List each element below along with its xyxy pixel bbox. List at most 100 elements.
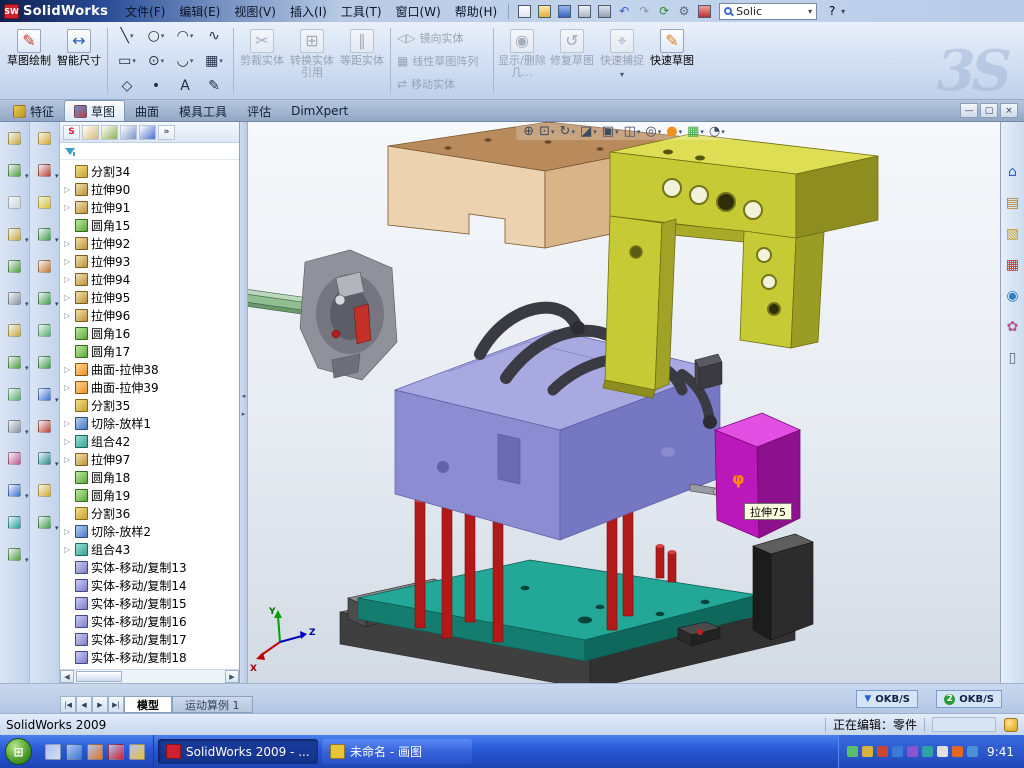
convert-entities-button[interactable]: ⊞转换实体引用 <box>287 24 337 97</box>
tree-item-实体-移动/复制14[interactable]: 实体-移动/复制14 <box>60 576 239 594</box>
expand-arrow-icon[interactable]: ▷ <box>64 437 72 446</box>
model-clamp-frame[interactable] <box>603 134 878 398</box>
menu-item-视图(V)[interactable]: 视图(V) <box>227 0 283 23</box>
left1-icon-3[interactable] <box>4 194 26 210</box>
rebuild-icon[interactable]: ⟳ <box>655 2 673 20</box>
start-button[interactable]: ⊞ <box>5 738 32 765</box>
undo-icon[interactable]: ↶ <box>615 2 633 20</box>
line-tool[interactable]: ╲▾ <box>113 24 141 48</box>
model-tool-head[interactable] <box>248 250 397 380</box>
ellipse-tool[interactable]: ⊙▾ <box>142 49 170 73</box>
menu-item-窗口(W)[interactable]: 窗口(W) <box>389 0 448 23</box>
edit-appearance-icon[interactable]: ●▾ <box>666 124 682 139</box>
left1-icon-9[interactable] <box>4 386 26 402</box>
solidworks-launcher-icon[interactable] <box>108 744 124 760</box>
tree-item-实体-移动/复制16[interactable]: 实体-移动/复制16 <box>60 612 239 630</box>
trim-entities-button[interactable]: ✂剪裁实体 <box>237 24 287 97</box>
left2-icon-8[interactable] <box>34 354 56 370</box>
search-box[interactable]: Solic ▾ <box>719 3 817 20</box>
expand-arrow-icon[interactable]: ▷ <box>64 455 72 464</box>
tray-icon-8[interactable] <box>952 746 963 757</box>
left2-icon-9[interactable]: ▾ <box>34 386 56 402</box>
tree-item-实体-移动/复制13[interactable]: 实体-移动/复制13 <box>60 558 239 576</box>
rectangle-tool[interactable]: ▭▾ <box>113 49 141 73</box>
construction-tool[interactable]: ✎ <box>200 74 228 98</box>
left1-icon-1[interactable] <box>4 130 26 146</box>
save-icon[interactable] <box>555 2 573 20</box>
tray-icon-6[interactable] <box>922 746 933 757</box>
help-dropdown-arrow[interactable]: ▾ <box>841 7 845 16</box>
tab-曲面[interactable]: 曲面 <box>125 100 169 121</box>
expand-arrow-icon[interactable]: ▷ <box>64 383 72 392</box>
restore-button[interactable]: ▢ <box>980 103 998 118</box>
tree-item-分割36[interactable]: 分割36 <box>60 504 239 522</box>
tray-icon-2[interactable] <box>862 746 873 757</box>
tree-item-圆角19[interactable]: 圆角19 <box>60 486 239 504</box>
tree-item-拉伸97[interactable]: ▷拉伸97 <box>60 450 239 468</box>
expand-arrow-icon[interactable]: ▷ <box>64 293 72 302</box>
doc-nav-button-2[interactable]: ▶ <box>92 696 108 713</box>
smart-dimension-button[interactable]: ↔智能尺寸 <box>54 24 104 97</box>
dimxpertmanager-tab-icon[interactable] <box>139 125 156 140</box>
tree-item-拉伸91[interactable]: ▷拉伸91 <box>60 198 239 216</box>
tree-item-曲面-拉伸39[interactable]: ▷曲面-拉伸39 <box>60 378 239 396</box>
tree-item-切除-放样1[interactable]: ▷切除-放样1 <box>60 414 239 432</box>
redo-icon[interactable]: ↷ <box>635 2 653 20</box>
left1-icon-12[interactable]: ▾ <box>4 482 26 498</box>
doc-nav-button-3[interactable]: ▶| <box>108 696 124 713</box>
model-ejector-plate[interactable] <box>753 534 813 640</box>
show-desktop-icon[interactable] <box>45 744 61 760</box>
scroll-right-button[interactable]: ▶ <box>225 670 239 683</box>
tree-item-分割34[interactable]: 分割34 <box>60 162 239 180</box>
sketch-fillet-tool[interactable]: ◡▾ <box>171 49 199 73</box>
paint-launcher-icon[interactable] <box>129 744 145 760</box>
menu-item-插入(I)[interactable]: 插入(I) <box>283 0 334 23</box>
menu-item-文件(F)[interactable]: 文件(F) <box>118 0 172 23</box>
tree-item-拉伸90[interactable]: ▷拉伸90 <box>60 180 239 198</box>
linear-sketch-pattern-button[interactable]: ▦线性草图阵列 <box>394 52 490 70</box>
quick-snaps-button[interactable]: ⌖快速捕捉▾ <box>597 24 647 97</box>
section-view-icon[interactable]: ◪▾ <box>580 124 597 139</box>
tab-DimXpert[interactable]: DimXpert <box>281 100 358 121</box>
tree-item-组合42[interactable]: ▷组合42 <box>60 432 239 450</box>
view-settings-icon[interactable]: ◔▾ <box>709 124 725 139</box>
circle-tool[interactable]: ○▾ <box>142 24 170 48</box>
left1-icon-11[interactable] <box>4 450 26 466</box>
expand-arrow-icon[interactable]: ▷ <box>64 185 72 194</box>
left1-icon-6[interactable]: ▾ <box>4 290 26 306</box>
zoom-area-icon[interactable]: ⊡▾ <box>539 124 554 139</box>
search-dropdown-arrow[interactable]: ▾ <box>808 7 812 16</box>
polygon-tool[interactable]: ◇ <box>113 74 141 98</box>
tree-item-分割35[interactable]: 分割35 <box>60 396 239 414</box>
pattern-tool[interactable]: ▦▾ <box>200 49 228 73</box>
search-input[interactable]: Solic <box>736 5 804 18</box>
close-button[interactable]: × <box>1000 103 1018 118</box>
graphics-area[interactable]: φ Y X Z ⊕⊡▾↻▾◪▾▣▾◫▾◎▾●▾▦▾◔▾ 拉伸75 <box>248 122 1000 683</box>
zoom-fit-icon[interactable]: ⊕ <box>523 124 534 139</box>
point-tool[interactable]: • <box>142 74 170 98</box>
text-tool[interactable]: A <box>171 74 199 98</box>
left2-icon-4[interactable]: ▾ <box>34 226 56 242</box>
panel-splitter[interactable] <box>240 122 248 683</box>
tab-model[interactable]: 模型 <box>124 696 172 713</box>
doc-nav-button-1[interactable]: ◀ <box>76 696 92 713</box>
left1-icon-14[interactable]: ▾ <box>4 546 26 562</box>
design-library-icon[interactable]: ▤ <box>1006 195 1019 211</box>
tray-icon-3[interactable] <box>877 746 888 757</box>
tab-motion-study[interactable]: 运动算例 1 <box>172 696 253 713</box>
display-style-icon[interactable]: ◫▾ <box>624 124 641 139</box>
rapid-sketch-button[interactable]: ✎快速草图 <box>647 24 697 97</box>
view-orientation-icon[interactable]: ▣▾ <box>602 124 619 139</box>
appearances-icon[interactable]: ✿ <box>1007 319 1019 335</box>
left2-icon-6[interactable]: ▾ <box>34 290 56 306</box>
tab-模具工具[interactable]: 模具工具 <box>169 100 237 121</box>
tree-item-拉伸95[interactable]: ▷拉伸95 <box>60 288 239 306</box>
tray-icon-5[interactable] <box>907 746 918 757</box>
menu-item-编辑(E)[interactable]: 编辑(E) <box>172 0 227 23</box>
left1-icon-7[interactable] <box>4 322 26 338</box>
left2-icon-5[interactable] <box>34 258 56 274</box>
tree-item-圆角16[interactable]: 圆角16 <box>60 324 239 342</box>
model-connector-block[interactable] <box>695 354 722 390</box>
hide-show-items-icon[interactable]: ◎▾ <box>645 124 661 139</box>
menu-item-帮助(H)[interactable]: 帮助(H) <box>448 0 504 23</box>
